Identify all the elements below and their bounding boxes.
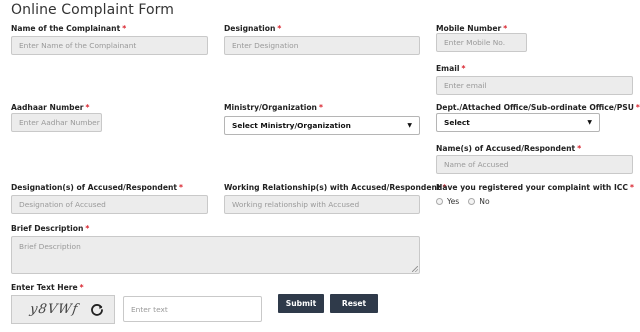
aadhaar-input[interactable]: Enter Aadhar Number [11, 113, 102, 132]
designation-label: Designation * [224, 24, 282, 33]
icc-yes-radio[interactable] [436, 198, 443, 205]
designation-input[interactable]: Enter Designation [224, 36, 420, 55]
icc-no-radio[interactable] [468, 198, 476, 205]
icc-no-label[interactable]: No [479, 197, 489, 206]
ministry-select[interactable]: Select Ministry/Organization ▼ [224, 116, 420, 135]
mobile-label: Mobile Number * [436, 24, 508, 33]
complainant-name-input[interactable]: Enter Name of the Complainant [11, 36, 208, 55]
captcha-input[interactable]: Enter text [123, 296, 262, 322]
email-label: Email * [436, 64, 466, 73]
ministry-label: Ministry/Organization * [224, 103, 323, 112]
icc-yes-label[interactable]: Yes [447, 197, 459, 206]
ministry-selected-value: Select Ministry/Organization [232, 121, 351, 130]
dept-office-select[interactable]: Select ▼ [436, 113, 600, 132]
accused-designation-label: Designation(s) of Accused/Respondent * [11, 183, 184, 192]
brief-description-textarea[interactable]: Brief Description [11, 236, 420, 274]
working-relationship-input[interactable]: Working relationship with Accused [224, 195, 420, 214]
captcha-code: y8VWf [28, 302, 80, 317]
submit-button[interactable]: Submit [278, 294, 324, 313]
reset-button[interactable]: Reset [330, 294, 378, 313]
captcha-label: Enter Text Here * [11, 283, 84, 292]
chevron-down-icon: ▼ [407, 122, 412, 129]
accused-designation-input[interactable]: Designation of Accused [11, 195, 208, 214]
dept-office-selected-value: Select [444, 118, 470, 127]
accused-names-input[interactable]: Name of Accused [436, 155, 633, 174]
complainant-name-label: Name of the Complainant * [11, 24, 127, 33]
complaint-form-page: Online Complaint Form Name of the Compla… [0, 0, 640, 332]
icc-label: Have you registered your complaint with … [436, 183, 634, 192]
email-input[interactable]: Enter email [436, 76, 633, 95]
icc-radio-group: Yes No [436, 197, 490, 206]
resize-handle-icon[interactable] [412, 266, 418, 272]
form-title: Online Complaint Form [11, 2, 175, 18]
brief-description-placeholder: Brief Description [19, 242, 81, 251]
aadhaar-label: Aadhaar Number * [11, 103, 90, 112]
refresh-icon[interactable] [90, 303, 104, 317]
working-relationship-label: Working Relationship(s) with Accused/Res… [224, 183, 447, 192]
mobile-input[interactable]: Enter Mobile No. [436, 33, 527, 52]
captcha-box: y8VWf [11, 295, 115, 324]
dept-office-label: Dept./Attached Office/Sub-ordinate Offic… [436, 103, 640, 112]
accused-names-label: Name(s) of Accused/Respondent * [436, 144, 582, 153]
chevron-down-icon: ▼ [587, 119, 592, 126]
brief-description-label: Brief Description * [11, 224, 90, 233]
